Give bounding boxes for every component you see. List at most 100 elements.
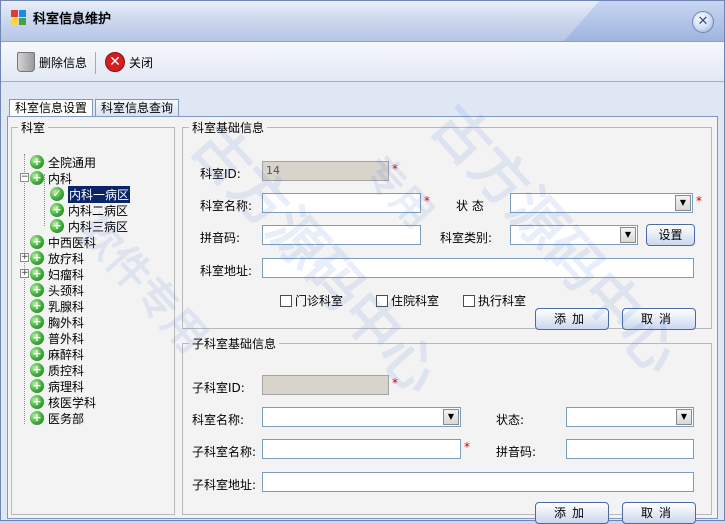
dept-name-field[interactable] <box>262 193 421 213</box>
tree-node[interactable]: + 病理科 <box>30 378 84 394</box>
department-icon: + <box>30 411 44 425</box>
tree-expander[interactable]: + <box>20 253 29 262</box>
tree-legend: 科室 <box>21 121 46 135</box>
settings-button[interactable]: 设置 <box>646 224 695 246</box>
tree-node-label: 全院通用 <box>48 155 97 170</box>
dept-pinyin-label: 拼音码: <box>200 231 241 245</box>
checkbox-executing-label: 执行科室 <box>478 294 527 308</box>
dept-name-required: * <box>424 194 430 208</box>
dept-id-field[interactable]: 14 <box>262 161 389 181</box>
checkbox-inpatient[interactable]: 住院科室 <box>376 292 439 309</box>
toolbar: 删除信息 ✕ 关闭 <box>1 42 724 82</box>
window: 科室信息维护 ✕ 删除信息 ✕ 关闭 科室信息设置 科室信息查询 科室 + 全院通… <box>0 0 725 524</box>
tab-query[interactable]: 科室信息查询 <box>95 99 180 117</box>
tree-node-label: 内科二病区 <box>68 203 129 218</box>
dept-tree-panel: 科室 + 全院通用 − + 内科 ✓ 内科一病区 + 内科二病区 + 内科三病区 + 中西医科 + + 放疗科… <box>11 119 175 515</box>
tree-node-label: 内科三病区 <box>68 219 129 234</box>
tree-line <box>24 154 25 424</box>
checkbox-box[interactable] <box>280 294 292 307</box>
tree-node[interactable]: + 质控科 <box>30 362 84 378</box>
dept-id-label: 科室ID: <box>200 167 241 181</box>
dept-status-required: * <box>696 194 702 208</box>
department-icon: + <box>30 331 44 345</box>
tree-node[interactable]: + 麻醉科 <box>30 346 84 362</box>
tree-node[interactable]: + 核医学科 <box>30 394 96 410</box>
tree-node[interactable]: + 内科三病区 <box>50 218 128 234</box>
tree-node[interactable]: + 胸外科 <box>30 314 84 330</box>
dept-legend: 科室基础信息 <box>192 121 265 135</box>
subdept-id-required: * <box>392 376 398 390</box>
department-icon: + <box>30 171 44 185</box>
department-icon: + <box>50 203 64 217</box>
tree-node-label: 妇瘤科 <box>48 267 85 282</box>
tree-node-label: 内科一病区 <box>68 185 131 203</box>
close-icon: ✕ <box>697 14 709 29</box>
delete-button[interactable]: 删除信息 <box>17 50 87 74</box>
tree-node[interactable]: + 医务部 <box>30 410 84 426</box>
subdept-status-select[interactable]: ▼ <box>566 407 694 427</box>
tree-node-label: 放疗科 <box>48 251 85 266</box>
tree-node[interactable]: + 妇瘤科 <box>30 266 84 282</box>
subdept-address-label: 子科室地址: <box>192 478 257 492</box>
tree-node[interactable]: + 内科二病区 <box>50 202 128 218</box>
tree-node-label: 核医学科 <box>48 395 97 410</box>
subdept-name-field[interactable] <box>262 439 461 459</box>
dept-status-select[interactable]: ▼ <box>510 193 693 213</box>
chevron-down-icon[interactable]: ▼ <box>676 409 692 425</box>
dept-pinyin-field[interactable] <box>262 225 421 245</box>
checkbox-executing[interactable]: 执行科室 <box>463 292 526 309</box>
close-icon: ✕ <box>105 52 125 72</box>
subdept-dept-select[interactable]: ▼ <box>262 407 461 427</box>
subdept-name-label: 子科室名称: <box>192 445 257 459</box>
tree-node[interactable]: + 全院通用 <box>30 154 96 170</box>
subdept-id-field[interactable] <box>262 375 389 395</box>
tree-node[interactable]: + 放疗科 <box>30 250 84 266</box>
tree-node-label: 普外科 <box>48 331 85 346</box>
subdept-address-field[interactable] <box>262 472 694 492</box>
subdept-status-label: 状态: <box>496 413 525 427</box>
department-icon: + <box>30 251 44 265</box>
dept-id-required: * <box>392 162 398 176</box>
subdept-info-panel: 子科室基础信息 子科室ID: * 科室名称: ▼ 状态: ▼ 子科室名称: * … <box>182 335 712 524</box>
department-icon: + <box>30 155 44 169</box>
checkbox-box[interactable] <box>463 294 475 307</box>
department-icon: + <box>30 235 44 249</box>
tree-node[interactable]: + 内科 <box>30 170 72 186</box>
close-label: 关闭 <box>129 55 154 70</box>
dept-address-field[interactable] <box>262 258 694 278</box>
subdept-legend: 子科室基础信息 <box>192 337 277 351</box>
tree-node[interactable]: + 乳腺科 <box>30 298 84 314</box>
tree-node-label: 病理科 <box>48 379 85 394</box>
tree-node-label: 胸外科 <box>48 315 85 330</box>
trash-icon <box>17 52 35 72</box>
chevron-down-icon[interactable]: ▼ <box>620 227 636 243</box>
tree-node[interactable]: + 头颈科 <box>30 282 84 298</box>
tree-node-label: 麻醉科 <box>48 347 85 362</box>
dept-add-button[interactable]: 添加 <box>535 308 609 330</box>
checkbox-outpatient-label: 门诊科室 <box>295 294 344 308</box>
department-icon: ✓ <box>50 187 64 201</box>
department-icon: + <box>30 315 44 329</box>
subdept-pinyin-label: 拼音码: <box>496 445 537 459</box>
tree-node[interactable]: ✓ 内科一病区 <box>50 185 131 203</box>
tree-expander[interactable]: + <box>20 269 29 278</box>
subdept-pinyin-field[interactable] <box>566 439 694 459</box>
tree-node-label: 医务部 <box>48 411 85 426</box>
checkbox-outpatient[interactable]: 门诊科室 <box>280 292 343 309</box>
tree-node[interactable]: + 普外科 <box>30 330 84 346</box>
department-icon: + <box>30 299 44 313</box>
chevron-down-icon[interactable]: ▼ <box>675 195 691 211</box>
dept-type-select[interactable]: ▼ <box>510 225 638 245</box>
tab-settings[interactable]: 科室信息设置 <box>9 99 94 117</box>
dept-cancel-button[interactable]: 取消 <box>622 308 696 330</box>
window-close-button[interactable]: ✕ <box>692 11 714 33</box>
close-button[interactable]: ✕ 关闭 <box>105 50 153 74</box>
chevron-down-icon[interactable]: ▼ <box>443 409 459 425</box>
delete-label: 删除信息 <box>39 55 88 70</box>
tab-bar: 科室信息设置 科室信息查询 <box>9 99 180 117</box>
tree-expander[interactable]: − <box>20 173 29 182</box>
window-title: 科室信息维护 <box>33 12 112 27</box>
tree-node[interactable]: + 中西医科 <box>30 234 96 250</box>
department-icon: + <box>30 347 44 361</box>
checkbox-box[interactable] <box>376 294 388 307</box>
